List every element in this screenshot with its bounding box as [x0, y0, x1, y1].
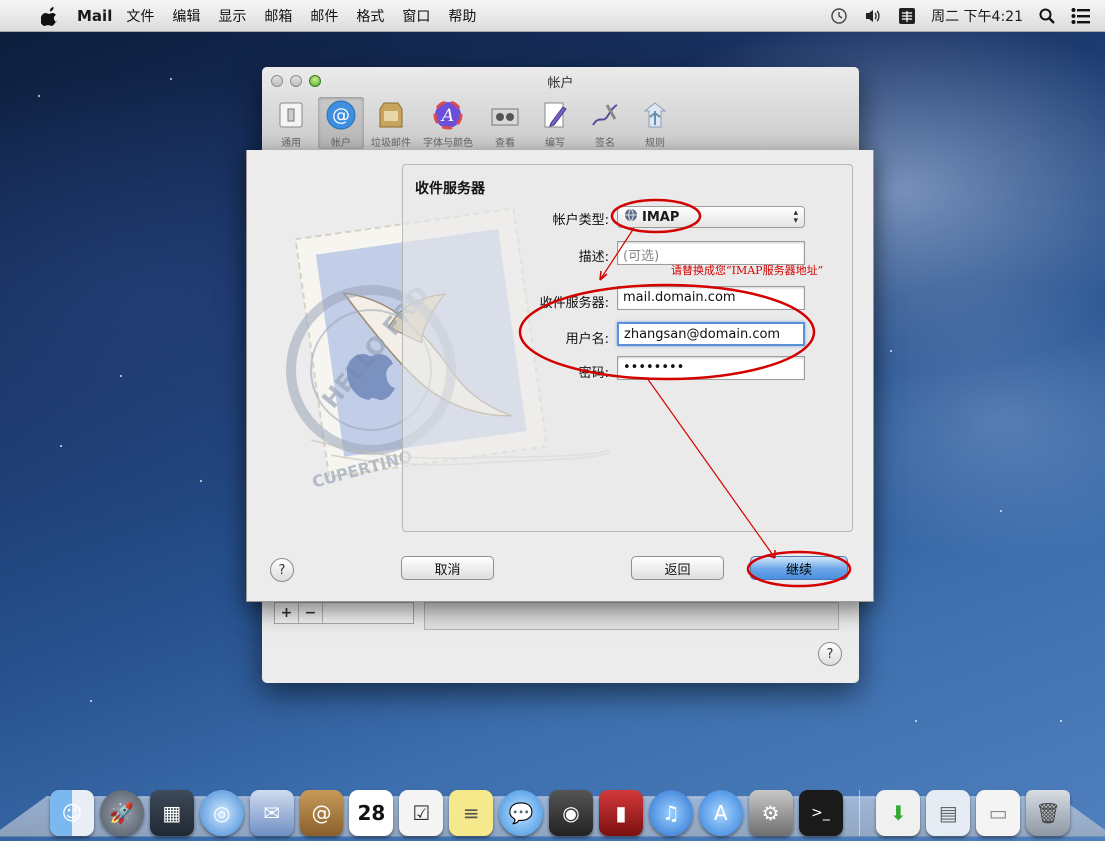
tab-signatures[interactable]: 签名	[582, 97, 628, 149]
apple-icon[interactable]	[35, 5, 65, 27]
menu-edit[interactable]: 编辑	[172, 6, 200, 26]
input-method-icon[interactable]	[897, 6, 917, 26]
trash-icon[interactable]: 🗑	[1026, 790, 1071, 836]
composing-icon	[538, 99, 572, 131]
tab-label: 编写	[545, 138, 565, 149]
calendar-day: 28	[357, 801, 386, 825]
app-name[interactable]: Mail	[77, 7, 112, 25]
preferences-toolbar: 通用 @ 帐户 垃圾邮件 A 字体与颜色 查看 编写 签名 规则	[268, 97, 678, 149]
itunes-icon[interactable]: ♫	[648, 790, 693, 836]
tab-label: 签名	[595, 138, 615, 149]
star	[170, 78, 172, 80]
star	[120, 375, 122, 377]
system-preferences-icon[interactable]: ⚙	[748, 790, 793, 836]
at-icon: @	[324, 99, 358, 131]
star	[890, 350, 892, 352]
mission-control-icon[interactable]: ▦	[149, 790, 194, 836]
viewing-icon	[488, 99, 522, 131]
tab-fonts-colors[interactable]: A 字体与颜色	[418, 97, 478, 149]
facetime-icon[interactable]: ◉	[549, 790, 593, 836]
app-store-icon[interactable]: A	[698, 790, 743, 836]
tab-label: 查看	[495, 138, 515, 149]
menu-window[interactable]: 窗口	[402, 6, 430, 26]
signatures-icon	[588, 99, 622, 131]
tab-label: 字体与颜色	[423, 138, 473, 149]
messages-icon[interactable]: 💬	[499, 790, 544, 836]
spotlight-icon[interactable]	[1037, 6, 1057, 26]
menu-mailbox[interactable]: 邮箱	[264, 6, 292, 26]
remove-account-button[interactable]: −	[299, 603, 323, 623]
menu-view[interactable]: 显示	[218, 6, 246, 26]
account-type-highlight	[610, 198, 702, 234]
finder-icon[interactable]: ☺	[50, 790, 94, 836]
terminal-icon[interactable]: >_	[798, 790, 843, 836]
prefs-help-button[interactable]: ?	[818, 642, 842, 666]
fonts-colors-icon: A	[431, 99, 465, 131]
account-list-controls: + −	[274, 602, 414, 624]
screenshot-icon[interactable]: ▭	[976, 790, 1021, 836]
volume-icon[interactable]	[863, 6, 883, 26]
contacts-icon[interactable]: @	[299, 790, 344, 836]
menu-format[interactable]: 格式	[356, 6, 384, 26]
window-title: 帐户	[547, 76, 574, 91]
tab-accounts[interactable]: @ 帐户	[318, 97, 364, 149]
arrow-line	[646, 377, 776, 559]
add-account-sheet: HELLO FRO CUPERTINO 收件服务器 帐户类型: IMAP ▴ ▾ …	[246, 150, 874, 602]
continue-highlight	[746, 550, 852, 588]
star	[200, 480, 202, 482]
junk-mail-icon	[374, 99, 408, 131]
launchpad-icon[interactable]: 🚀	[99, 790, 144, 836]
documents-icon[interactable]: ▤	[926, 790, 971, 836]
dock: ☺ 🚀 ▦ ◎ ✉ @ 28 ☑ ≡ 💬 ◉ ▮ ♫ A ⚙ >_ ⬇ ▤ ▭ …	[50, 780, 1071, 836]
star	[60, 445, 62, 447]
arrow-line	[599, 227, 635, 281]
calendar-icon[interactable]: 28	[349, 790, 394, 836]
tab-viewing[interactable]: 查看	[482, 97, 528, 149]
downloads-icon[interactable]: ⬇	[876, 790, 921, 836]
mail-icon[interactable]: ✉	[249, 790, 294, 836]
notes-icon[interactable]: ≡	[449, 790, 494, 836]
credentials-highlight	[518, 283, 816, 381]
star	[1000, 510, 1002, 512]
svg-text:A: A	[440, 106, 454, 126]
add-account-button[interactable]: +	[275, 603, 299, 623]
reminders-icon[interactable]: ☑	[399, 790, 444, 836]
star	[1060, 720, 1062, 722]
menu-clock[interactable]: 周二 下午4:21	[931, 6, 1023, 26]
tab-rules[interactable]: 规则	[632, 97, 678, 149]
title-bar: 帐户 通用 @ 帐户 垃圾邮件 A 字体与颜色 查看 编写 签名 规则	[262, 67, 859, 155]
tab-composing[interactable]: 编写	[532, 97, 578, 149]
switch-icon	[274, 99, 308, 131]
dock-separator	[858, 790, 861, 836]
notification-center-icon[interactable]	[1071, 6, 1091, 26]
menu-file[interactable]: 文件	[126, 6, 154, 26]
menu-help[interactable]: 帮助	[448, 6, 476, 26]
tab-general[interactable]: 通用	[268, 97, 314, 149]
menu-bar: Mail 文件 编辑 显示 邮箱 邮件 格式 窗口 帮助 周二 下午4:21	[0, 0, 1105, 32]
star	[38, 95, 40, 97]
safari-icon[interactable]: ◎	[199, 790, 244, 836]
svg-text:@: @	[332, 105, 350, 126]
rules-icon	[638, 99, 672, 131]
photo-booth-icon[interactable]: ▮	[598, 790, 643, 836]
menu-message[interactable]: 邮件	[310, 6, 338, 26]
tab-label: 帐户	[331, 138, 351, 149]
star	[90, 700, 92, 702]
tab-label: 垃圾邮件	[371, 138, 411, 149]
tab-junk-mail[interactable]: 垃圾邮件	[368, 97, 414, 149]
account-detail-area	[424, 602, 839, 630]
star	[915, 720, 917, 722]
red-annotation-overlay	[518, 198, 852, 588]
tab-label: 规则	[645, 138, 665, 149]
time-machine-icon[interactable]	[829, 6, 849, 26]
tab-label: 通用	[281, 138, 301, 149]
